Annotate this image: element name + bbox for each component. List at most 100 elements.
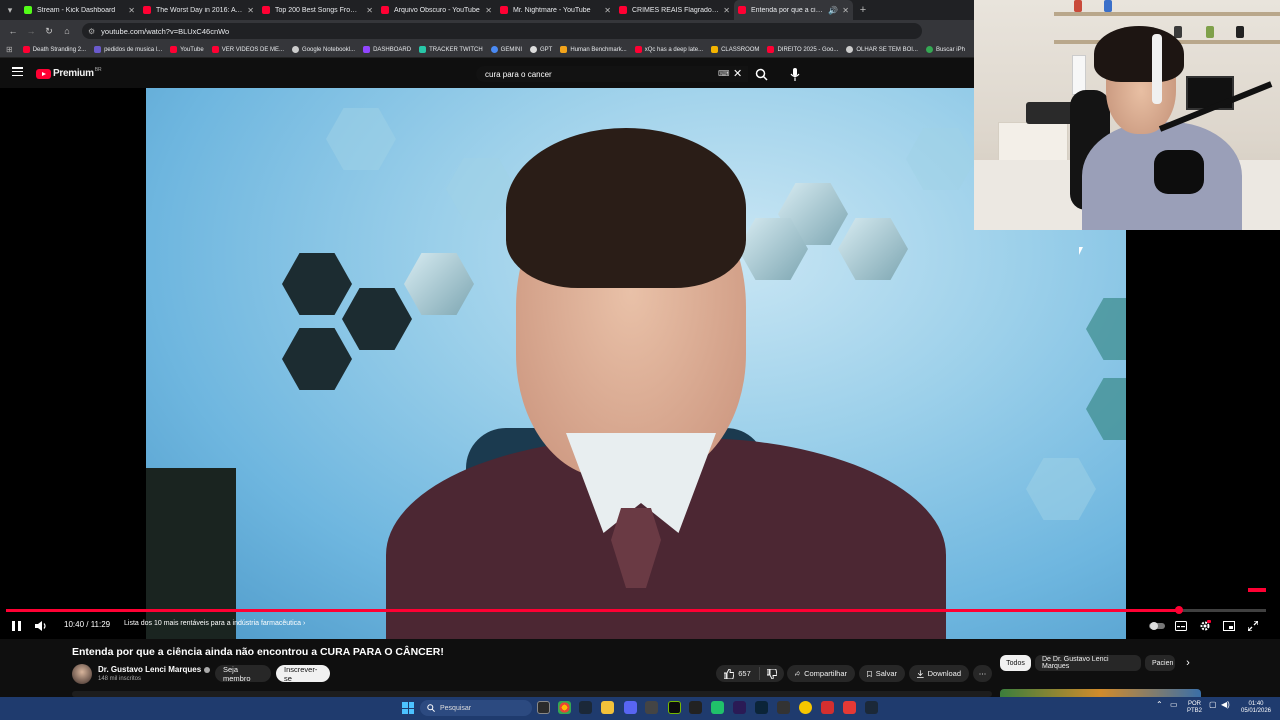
recommended-thumbnail[interactable]: [1000, 689, 1201, 697]
speaker-icon[interactable]: ◀): [1221, 701, 1230, 709]
tab-search-icon[interactable]: ▾: [0, 0, 20, 20]
apps-grid-icon[interactable]: ⊞: [6, 45, 13, 54]
close-tab-icon[interactable]: ✕: [247, 6, 254, 15]
chip-all[interactable]: Todos: [1000, 655, 1031, 671]
miniplayer-button[interactable]: [1220, 618, 1238, 634]
browser-tab[interactable]: Mr. Nightmare - YouTube ✕: [496, 0, 615, 20]
fullscreen-button[interactable]: [1244, 618, 1262, 634]
volume-button[interactable]: [32, 618, 50, 634]
bookmark[interactable]: Buscar iPh: [925, 46, 965, 53]
channel-name[interactable]: Dr. Gustavo Lenci Marques: [98, 665, 211, 674]
chips-next-icon[interactable]: ›: [1180, 655, 1196, 671]
app-icon[interactable]: [799, 701, 812, 714]
channel-avatar[interactable]: [72, 664, 92, 684]
steam-icon[interactable]: [579, 701, 592, 714]
windows-start-icon[interactable]: [402, 702, 414, 714]
chip-related[interactable]: Pacien: [1145, 655, 1175, 671]
chrome-icon[interactable]: [558, 701, 571, 714]
bookmark[interactable]: xQc has a deep late...: [634, 46, 703, 53]
url-field[interactable]: ⚙ youtube.com/watch?v=BLUxC46cnWo: [82, 23, 922, 39]
clock[interactable]: 01:40 05/01/2026: [1238, 701, 1274, 715]
keyboard-icon[interactable]: ⌨: [718, 69, 730, 78]
taskbar-search[interactable]: Pesquisar: [420, 700, 532, 716]
site-info-icon[interactable]: ⚙: [88, 27, 95, 36]
photoshop-icon[interactable]: [755, 701, 768, 714]
progress-bar[interactable]: [6, 606, 1266, 614]
speaker-icon[interactable]: 🔊: [828, 6, 838, 15]
save-button[interactable]: Salvar: [859, 665, 905, 682]
bookmark[interactable]: YouTube: [170, 46, 204, 53]
new-tab-button[interactable]: +: [853, 4, 873, 16]
subtitles-icon: [1175, 621, 1187, 631]
bookmark[interactable]: DASHBOARD: [363, 46, 411, 53]
app-icon[interactable]: [645, 701, 658, 714]
back-icon[interactable]: ←: [4, 26, 22, 36]
share-button[interactable]: Compartilhar: [787, 665, 855, 682]
chip-channel[interactable]: De Dr. Gustavo Lenci Marques: [1035, 655, 1141, 671]
close-tab-icon[interactable]: ✕: [842, 6, 849, 15]
browser-tab[interactable]: Stream - Kick Dashboard ✕: [20, 0, 139, 20]
bookmark-icon: [560, 46, 568, 53]
search-icon: [755, 68, 768, 81]
browser-tab[interactable]: The Worst Day in 2016: A Playli✕: [139, 0, 258, 20]
close-tab-icon[interactable]: ✕: [723, 6, 730, 15]
browser-tab-active[interactable]: Entenda por que a ciência 🔊 ✕: [734, 0, 853, 20]
autoplay-toggle[interactable]: [1148, 618, 1166, 634]
app-icon[interactable]: [689, 701, 702, 714]
nvidia-icon[interactable]: [668, 701, 681, 714]
close-tab-icon[interactable]: ✕: [128, 6, 135, 15]
more-actions-button[interactable]: ⋯: [973, 665, 992, 682]
home-icon[interactable]: ⌂: [58, 26, 76, 36]
bookmark[interactable]: VER VIDEOS DE ME...: [211, 46, 284, 53]
subscribe-button[interactable]: Inscrever-se: [276, 665, 330, 683]
bookmark[interactable]: pedidos de musica l...: [94, 46, 162, 53]
forward-icon[interactable]: →: [22, 26, 40, 36]
steam-icon[interactable]: [865, 701, 878, 714]
subtitles-button[interactable]: [1172, 618, 1190, 634]
folder-icon[interactable]: [601, 701, 614, 714]
voice-search-button[interactable]: [785, 64, 805, 84]
time-display: 10:40 / 11:29: [64, 620, 111, 629]
search-input[interactable]: cura para o cancer: [476, 66, 748, 82]
settings-button[interactable]: [1196, 618, 1214, 634]
tray-chevron-icon[interactable]: ⌃: [1156, 701, 1163, 709]
task-view-icon[interactable]: [537, 701, 550, 714]
pause-button[interactable]: [8, 618, 24, 634]
clear-search-icon[interactable]: ✕: [733, 67, 742, 80]
bookmark[interactable]: Death Stranding 2...: [22, 46, 86, 53]
browser-tab[interactable]: Top 200 Best Songs From 2010✕: [258, 0, 377, 20]
close-tab-icon[interactable]: ✕: [366, 6, 373, 15]
bookmark[interactable]: TRACKER TWITCH: [419, 46, 483, 53]
bookmark[interactable]: Google Notebookl...: [292, 46, 355, 53]
premiere-icon[interactable]: [733, 701, 746, 714]
bookmark[interactable]: GPT: [530, 46, 552, 53]
hexagon-decor: [404, 253, 474, 315]
download-button[interactable]: Download: [909, 665, 969, 682]
dislike-button[interactable]: [760, 668, 784, 679]
progress-scrubber[interactable]: [1175, 606, 1184, 614]
language-indicator[interactable]: POR PTB2: [1187, 701, 1202, 715]
search-button[interactable]: [750, 64, 772, 84]
app-icon[interactable]: [777, 701, 790, 714]
acrobat-icon[interactable]: [821, 701, 834, 714]
join-button[interactable]: Seja membro: [215, 665, 271, 683]
browser-tab[interactable]: CRIMES REAIS Flagrados Pelo C✕: [615, 0, 734, 20]
like-button[interactable]: 657: [716, 667, 760, 680]
app-icon[interactable]: [711, 701, 724, 714]
bookmark[interactable]: DIREITO 2025 - Goo...: [767, 46, 838, 53]
close-tab-icon[interactable]: ✕: [485, 6, 492, 15]
bookmark[interactable]: CLASSROOM: [711, 46, 759, 53]
menu-icon[interactable]: [12, 67, 23, 76]
app-icon[interactable]: [843, 701, 856, 714]
bookmark[interactable]: OLHAR SE TEM BOI...: [846, 46, 918, 53]
close-tab-icon[interactable]: ✕: [604, 6, 611, 15]
monitor-icon[interactable]: ▢: [1209, 701, 1217, 709]
chapter-title[interactable]: Lista dos 10 mais rentáveis para a indús…: [124, 620, 305, 627]
browser-tab[interactable]: Arquivo Obscuro - YouTube ✕: [377, 0, 496, 20]
discord-icon[interactable]: [624, 701, 637, 714]
bookmark[interactable]: Human Benchmark...: [560, 46, 627, 53]
bookmark[interactable]: GEMINI: [490, 46, 522, 53]
reload-icon[interactable]: ↻: [40, 26, 58, 37]
youtube-logo[interactable]: Premium BR: [36, 67, 102, 79]
network-icon[interactable]: ▭: [1170, 701, 1178, 709]
